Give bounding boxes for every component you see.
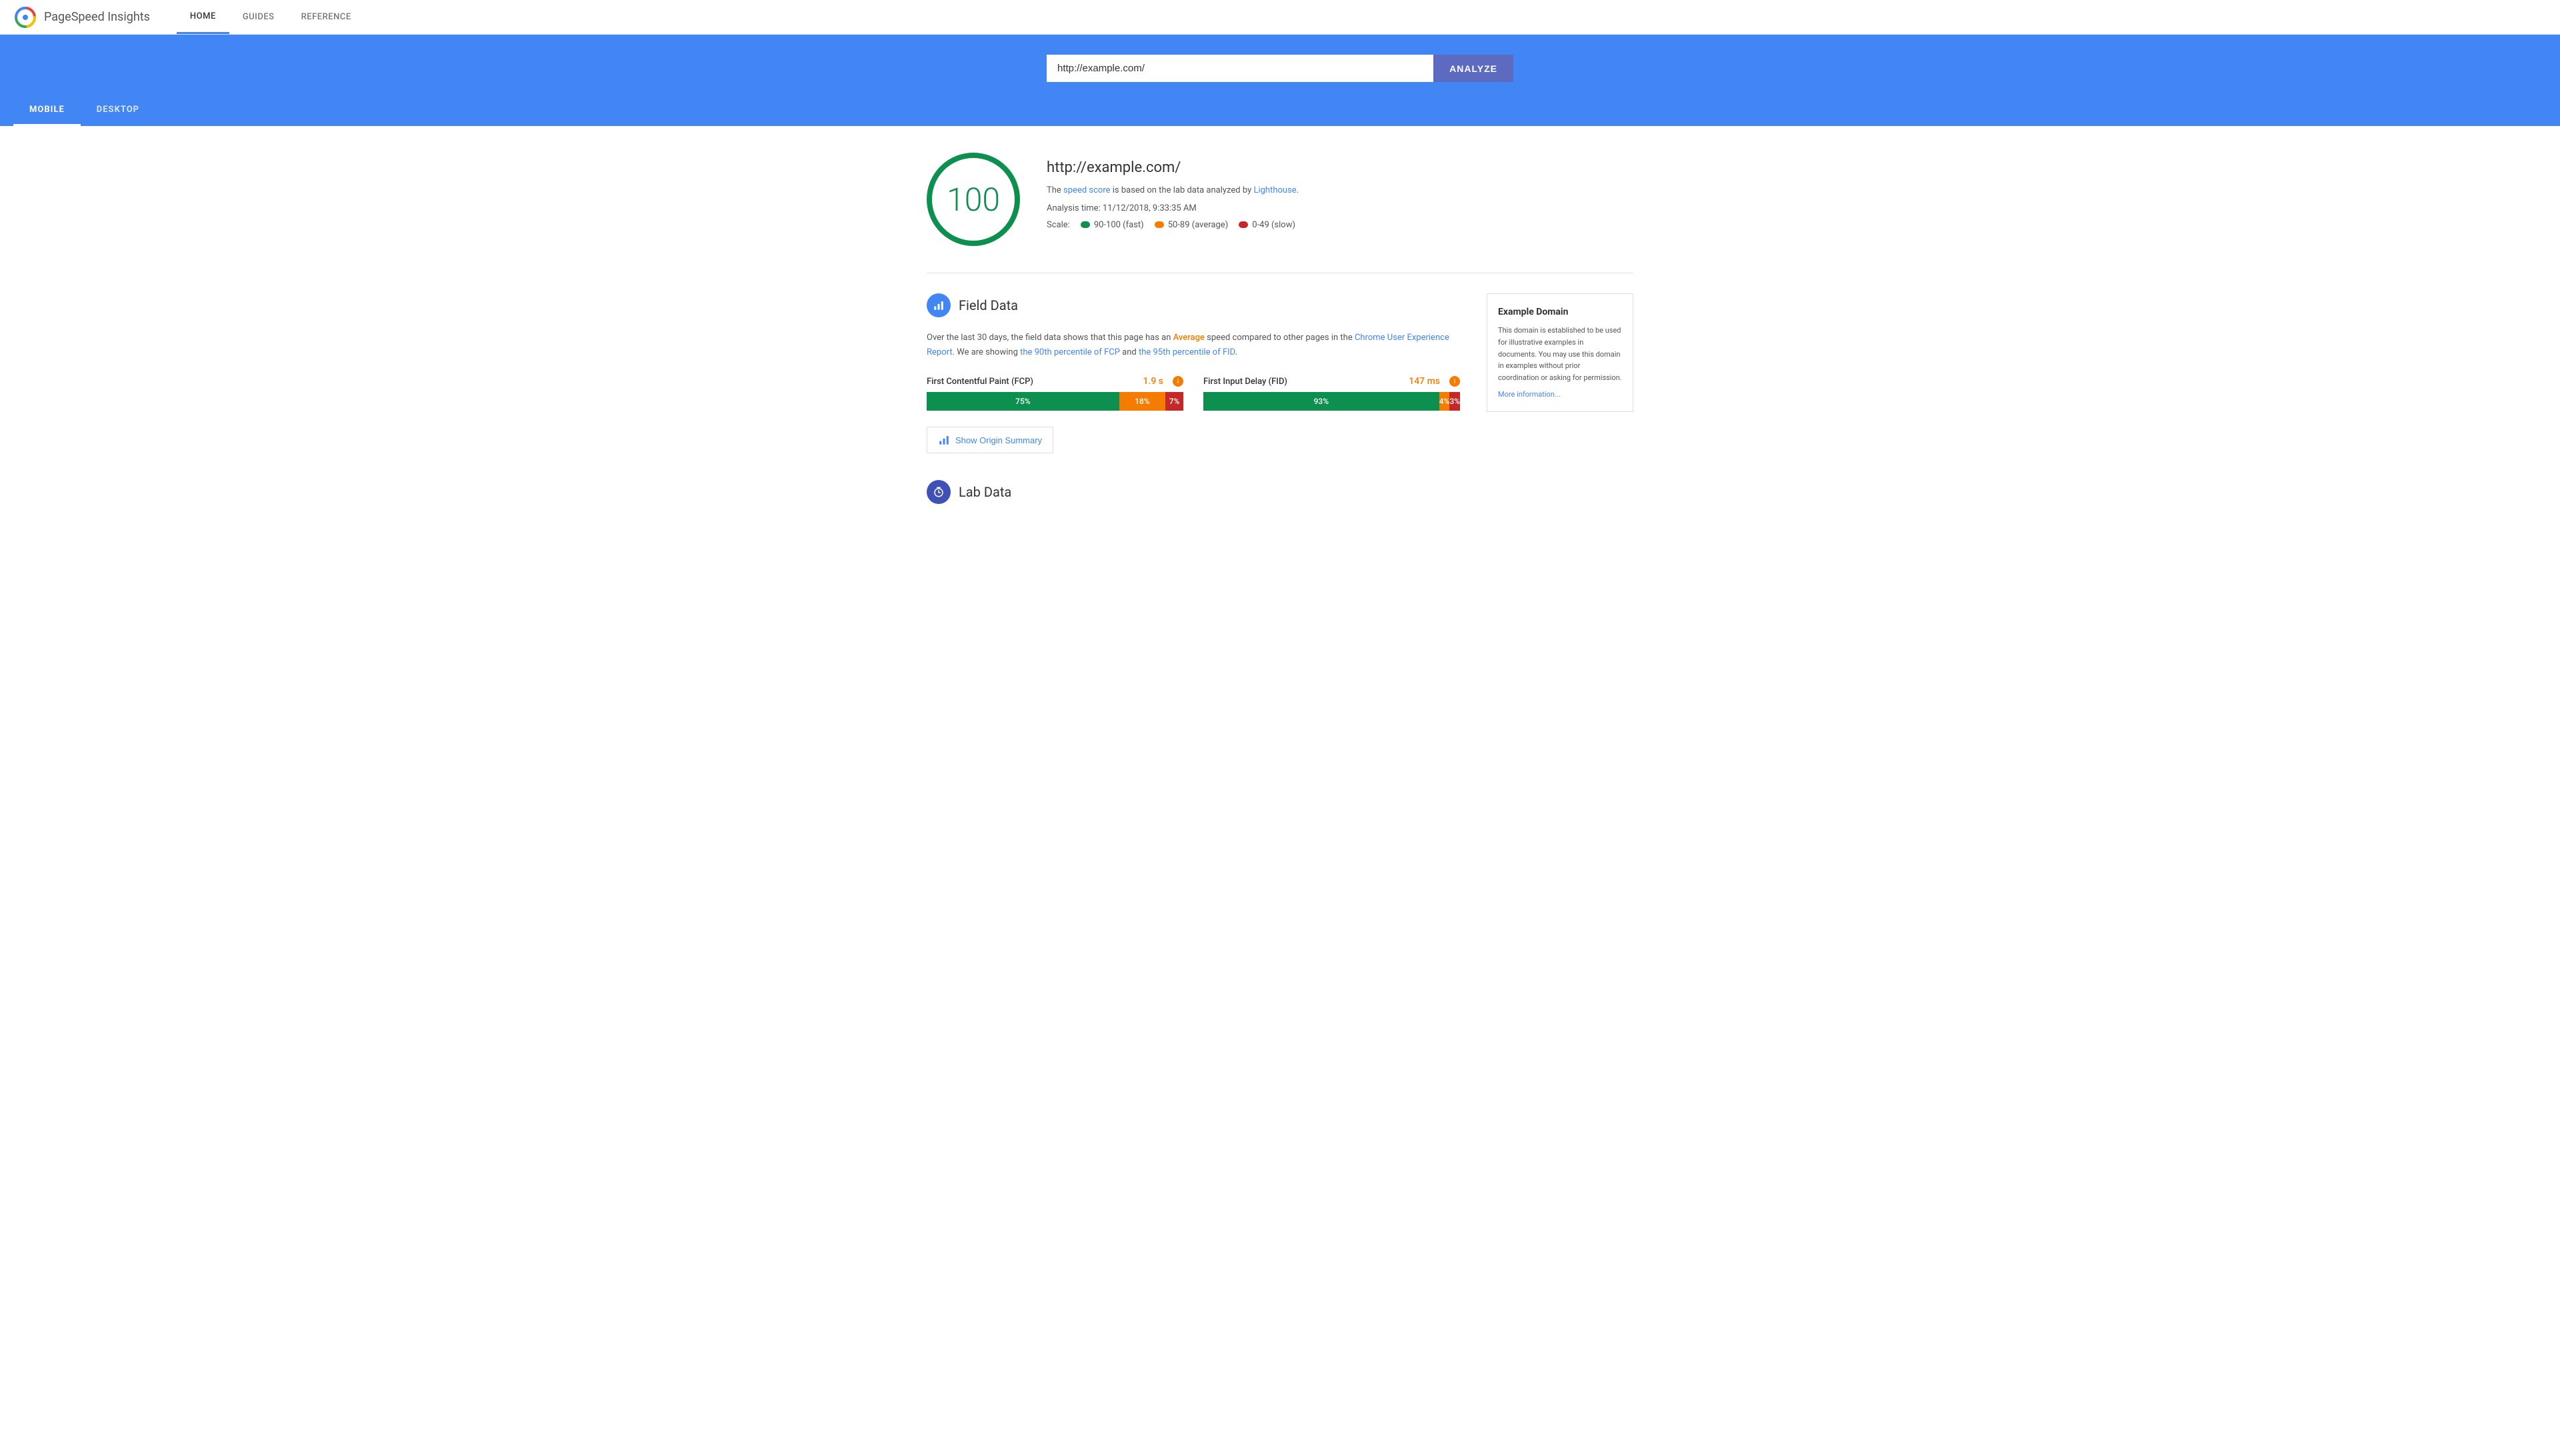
fcp-bar-green: 75% — [927, 392, 1119, 411]
desc-prefix: The — [1047, 185, 1063, 195]
fcp-value: 1.9 s — [1143, 376, 1164, 387]
field-data-title: Field Data — [959, 297, 1018, 313]
sidebar-card-body: This domain is established to be used fo… — [1498, 325, 1622, 383]
score-section: 100 http://example.com/ The speed score … — [927, 153, 1633, 246]
origin-summary-icon — [938, 434, 950, 446]
desc-suffix: . — [1297, 185, 1299, 195]
field-desc-2: speed compared to other pages in the — [1205, 333, 1355, 343]
analyze-button[interactable]: ANALYZE — [1433, 55, 1513, 82]
desc-middle: is based on the lab data analyzed by — [1111, 185, 1254, 195]
sidebar-card: Example Domain This domain is establishe… — [1487, 293, 1633, 412]
fid-bar-red: 3% — [1449, 392, 1460, 411]
field-desc-5: . — [1235, 347, 1237, 357]
fid-label: First Input Delay (FID) — [1203, 377, 1287, 387]
field-data-header: Field Data — [927, 293, 1460, 317]
lab-data-icon — [927, 480, 951, 504]
scale-item-slow: 0-49 (slow) — [1239, 220, 1295, 230]
field-data-description: Over the last 30 days, the field data sh… — [927, 331, 1460, 360]
lighthouse-link[interactable]: Lighthouse — [1253, 185, 1296, 195]
nav-item-guides[interactable]: GUIDES — [229, 0, 288, 34]
scale-row: Scale: 90-100 (fast) 50-89 (average) 0-4… — [1047, 220, 1299, 230]
scale-item-average: 50-89 (average) — [1155, 220, 1229, 230]
fcp-progress-bar: 75% 18% 7% — [927, 392, 1183, 411]
bar-chart-icon — [933, 299, 945, 311]
fcp-link[interactable]: the 90th percentile of FCP — [1020, 347, 1120, 357]
fcp-bar-orange: 18% — [1119, 392, 1165, 411]
score-value: 100 — [947, 181, 1000, 219]
device-tabs: MOBILE DESKTOP — [13, 95, 2547, 126]
fid-bar-orange: 4% — [1439, 392, 1450, 411]
tab-mobile[interactable]: MOBILE — [13, 95, 81, 126]
score-description: The speed score is based on the lab data… — [1047, 184, 1299, 198]
metric-fid: First Input Delay (FID) 147 ms i 93% 4% … — [1203, 376, 1460, 411]
header: PageSpeed Insights HOME GUIDES REFERENCE — [0, 0, 2560, 35]
fid-value: 147 ms — [1409, 376, 1440, 387]
nav-item-home[interactable]: HOME — [177, 0, 229, 34]
field-desc-3: . We are showing — [953, 347, 1021, 357]
score-info: http://example.com/ The speed score is b… — [1047, 153, 1299, 230]
speed-score-link[interactable]: speed score — [1063, 185, 1110, 195]
hero-banner: ANALYZE MOBILE DESKTOP — [0, 35, 2560, 126]
score-circle: 100 — [927, 153, 1020, 246]
scale-item-fast: 90-100 (fast) — [1081, 220, 1144, 230]
fid-link[interactable]: the 95th percentile of FID — [1139, 347, 1235, 357]
search-bar: ANALYZE — [1047, 55, 1513, 82]
fcp-label-row: First Contentful Paint (FCP) 1.9 s i — [927, 376, 1183, 387]
fid-info-icon[interactable]: i — [1449, 376, 1460, 387]
logo-text: PageSpeed Insights — [44, 10, 150, 24]
speed-rating-link[interactable]: Average — [1173, 333, 1205, 343]
url-input[interactable] — [1047, 55, 1433, 82]
fid-label-row: First Input Delay (FID) 147 ms i — [1203, 376, 1460, 387]
content-row: Field Data Over the last 30 days, the fi… — [927, 293, 1633, 517]
fcp-bar-red: 7% — [1165, 392, 1183, 411]
fcp-label: First Contentful Paint (FCP) — [927, 377, 1033, 387]
origin-summary-label: Show Origin Summary — [955, 435, 1042, 445]
logo: PageSpeed Insights — [13, 5, 150, 29]
origin-summary-button[interactable]: Show Origin Summary — [927, 427, 1053, 453]
score-url: http://example.com/ — [1047, 159, 1299, 176]
scale-dot-average — [1155, 221, 1164, 228]
sidebar-card-link[interactable]: More information... — [1498, 390, 1561, 399]
scale-label-slow: 0-49 (slow) — [1252, 220, 1295, 230]
nav-item-reference[interactable]: REFERENCE — [288, 0, 365, 34]
field-desc-1: Over the last 30 days, the field data sh… — [927, 333, 1173, 343]
content-main: Field Data Over the last 30 days, the fi… — [927, 293, 1460, 517]
main-nav: HOME GUIDES REFERENCE — [177, 0, 365, 34]
scale-label-fast: 90-100 (fast) — [1094, 220, 1144, 230]
field-desc-4: and — [1120, 347, 1139, 357]
fid-bar-green: 93% — [1203, 392, 1439, 411]
scale-dot-slow — [1239, 221, 1248, 228]
metric-fcp: First Contentful Paint (FCP) 1.9 s i 75%… — [927, 376, 1183, 411]
score-circle-container: 100 — [927, 153, 1020, 246]
content-sidebar: Example Domain This domain is establishe… — [1487, 293, 1633, 517]
main-content: 100 http://example.com/ The speed score … — [913, 126, 1647, 544]
sidebar-card-title: Example Domain — [1498, 305, 1622, 319]
stopwatch-icon — [933, 486, 945, 498]
field-data-icon — [927, 293, 951, 317]
fcp-info-icon[interactable]: i — [1173, 376, 1183, 387]
fcp-value-row: 1.9 s i — [1143, 376, 1184, 387]
scale-label: Scale: — [1047, 220, 1070, 230]
logo-icon — [13, 5, 37, 29]
lab-data-section: Lab Data — [927, 480, 1460, 504]
analysis-time: Analysis time: 11/12/2018, 9:33:35 AM — [1047, 203, 1299, 213]
metrics-grid: First Contentful Paint (FCP) 1.9 s i 75%… — [927, 376, 1460, 411]
lab-data-header: Lab Data — [927, 480, 1460, 504]
scale-dot-fast — [1081, 221, 1090, 228]
lab-data-title: Lab Data — [959, 484, 1011, 500]
fid-value-row: 147 ms i — [1409, 376, 1460, 387]
fid-progress-bar: 93% 4% 3% — [1203, 392, 1460, 411]
tab-desktop[interactable]: DESKTOP — [81, 95, 155, 126]
scale-label-average: 50-89 (average) — [1168, 220, 1229, 230]
